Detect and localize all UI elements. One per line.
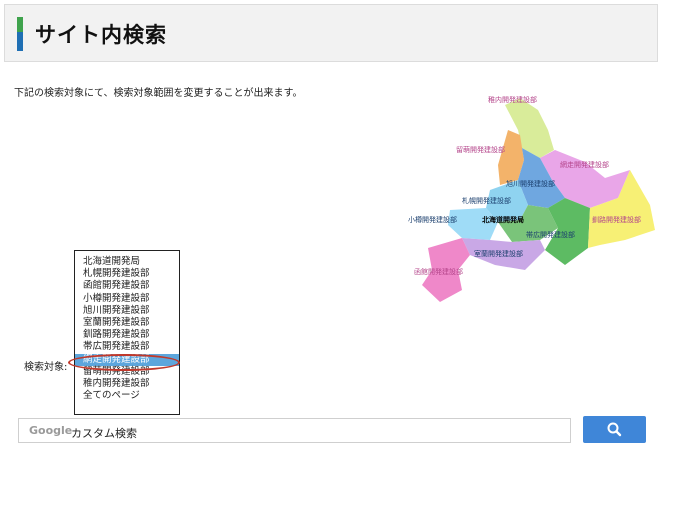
page-title: サイト内検索 bbox=[35, 23, 167, 47]
search-button[interactable] bbox=[583, 416, 646, 443]
map-label-abashiri: 網走開発建設部 bbox=[560, 160, 609, 169]
map-label-sapporo: 札幌開発建設部 bbox=[462, 196, 511, 205]
option-otaru[interactable]: 小樽開発建設部 bbox=[75, 293, 179, 305]
map-label-asahikawa: 旭川開発建設部 bbox=[506, 179, 555, 188]
option-obihiro[interactable]: 帯広開発建設部 bbox=[75, 341, 179, 353]
map-label-wakkanai: 稚内開発建設部 bbox=[488, 95, 537, 104]
option-wakkanai[interactable]: 稚内開発建設部 bbox=[75, 378, 179, 390]
map-label-obihiro: 帯広開発建設部 bbox=[526, 230, 575, 239]
hokkaido-map: 稚内開発建設部 留萌開発建設部 網走開発建設部 旭川開発建設部 札幌開発建設部 … bbox=[408, 95, 655, 302]
search-target-listbox[interactable]: 北海道開発局 札幌開発建設部 函館開発建設部 小樽開発建設部 旭川開発建設部 室… bbox=[74, 250, 180, 415]
search-description: 下記の検索対象にて、検索対象範囲を変更することが出来ます。 bbox=[14, 88, 303, 99]
search-placeholder: カスタム検索 bbox=[71, 427, 137, 440]
option-hakodate[interactable]: 函館開発建設部 bbox=[75, 280, 179, 292]
custom-search-input[interactable]: Google カスタム検索 bbox=[18, 418, 571, 443]
map-label-hakodate: 函館開発建設部 bbox=[414, 267, 463, 276]
search-target-label: 検索対象: bbox=[24, 362, 68, 373]
google-logo: Google bbox=[29, 424, 73, 437]
option-sapporo[interactable]: 札幌開発建設部 bbox=[75, 268, 179, 280]
selection-highlight-ring bbox=[68, 354, 180, 371]
option-muroran[interactable]: 室蘭開発建設部 bbox=[75, 317, 179, 329]
map-label-hq: 北海道開発局 bbox=[482, 215, 524, 224]
option-asahikawa[interactable]: 旭川開発建設部 bbox=[75, 305, 179, 317]
map-label-otaru: 小樽開発建設部 bbox=[408, 215, 457, 224]
page-header: サイト内検索 bbox=[4, 4, 658, 62]
search-icon bbox=[607, 422, 622, 437]
option-kushiro[interactable]: 釧路開発建設部 bbox=[75, 329, 179, 341]
option-all-pages[interactable]: 全てのページ bbox=[75, 390, 179, 402]
map-label-rumoi: 留萌開発建設部 bbox=[456, 145, 505, 154]
option-hq[interactable]: 北海道開発局 bbox=[75, 256, 179, 268]
header-accent-green bbox=[17, 17, 23, 32]
header-accent-blue bbox=[17, 32, 23, 51]
map-label-kushiro: 釧路開発建設部 bbox=[592, 215, 641, 224]
map-label-muroran: 室蘭開発建設部 bbox=[474, 249, 523, 258]
